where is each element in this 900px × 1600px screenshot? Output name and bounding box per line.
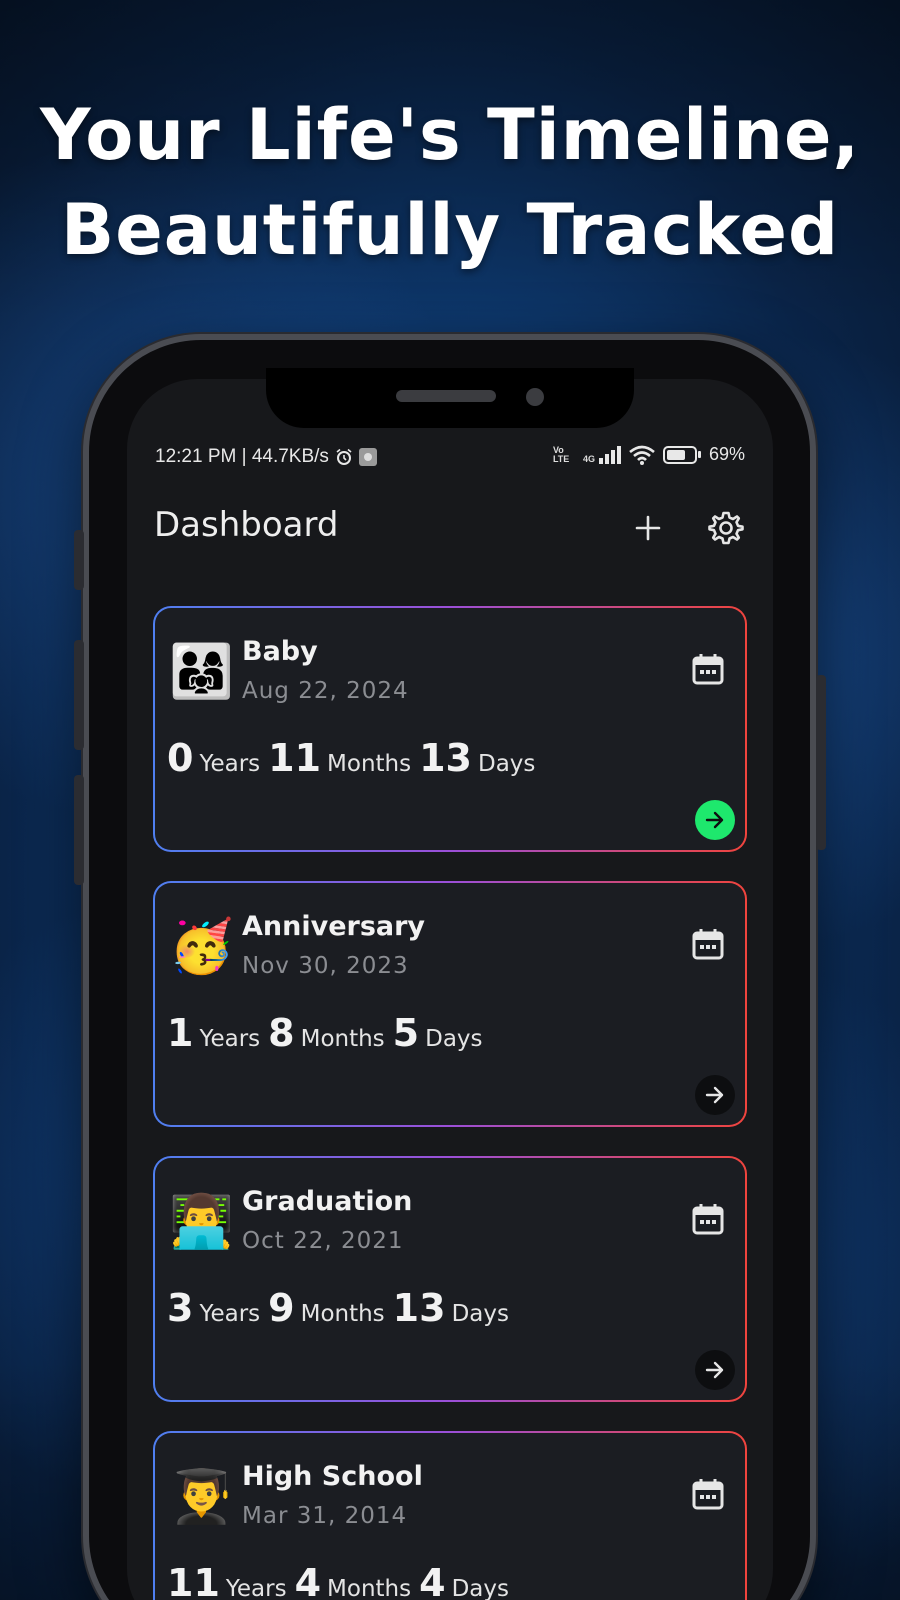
status-bar-left: 12:21 PM | 44.7KB/s — [155, 446, 377, 468]
elapsed-duration: 1 Years 8 Months 5 Days — [167, 1011, 491, 1055]
event-date: Nov 30, 2023 — [242, 953, 409, 979]
event-title: Anniversary — [242, 911, 426, 942]
family-emoji-icon: 👨‍👩‍👧 — [169, 642, 234, 702]
calendar-icon[interactable] — [691, 1477, 725, 1511]
months-value: 11 — [268, 736, 322, 780]
technologist-emoji-icon: 👨‍💻 — [169, 1192, 234, 1252]
days-unit: Days — [478, 751, 536, 777]
months-unit: Months — [300, 1026, 385, 1052]
years-unit: Years — [199, 1026, 261, 1052]
days-unit: Days — [425, 1026, 483, 1052]
status-bar-right: Vo LTE 4G 69% — [553, 444, 745, 465]
event-title: High School — [242, 1461, 423, 1492]
student-emoji-icon: 👨‍🎓 — [169, 1467, 234, 1527]
party-face-emoji-icon: 🥳 — [169, 917, 234, 977]
open-event-button[interactable] — [695, 1075, 735, 1115]
battery-icon — [662, 445, 701, 464]
power-button — [816, 675, 826, 850]
open-event-button[interactable] — [695, 1350, 735, 1390]
add-button[interactable] — [626, 506, 670, 550]
headline-line-2: Beautifully Tracked — [60, 189, 840, 271]
years-value: 11 — [167, 1561, 220, 1600]
months-unit: Months — [327, 751, 412, 777]
volte-indicator: Vo LTE — [552, 444, 570, 464]
days-value: 13 — [392, 1286, 446, 1330]
front-camera — [526, 388, 544, 406]
elapsed-duration: 3 Years 9 Months 13 Days — [167, 1286, 517, 1330]
card-body: 👨‍👩‍👧 Baby Aug 22, 2024 0 Years 11 Months 13… — [155, 608, 745, 850]
wifi-icon — [629, 445, 655, 465]
calendar-icon[interactable] — [691, 1202, 725, 1236]
signal-icon: 4G — [582, 445, 621, 464]
event-card-high-school[interactable]: 👨‍🎓 High School Mar 31, 2014 11 Years 4 Mon… — [153, 1431, 747, 1600]
calendar-icon[interactable] — [691, 927, 725, 961]
headline: Your Life's Timeline, Beautifully Tracke… — [0, 88, 900, 278]
months-unit: Months — [300, 1301, 385, 1327]
arrow-right-icon — [705, 1361, 724, 1379]
calendar-icon[interactable] — [691, 652, 725, 686]
months-value: 4 — [294, 1561, 322, 1600]
days-value: 5 — [392, 1011, 420, 1055]
event-date: Oct 22, 2021 — [242, 1228, 404, 1254]
event-date: Mar 31, 2014 — [242, 1503, 408, 1529]
months-value: 9 — [268, 1286, 295, 1330]
plus-icon — [635, 515, 661, 541]
network-type: 4G — [582, 453, 595, 464]
card-body: 👨‍🎓 High School Mar 31, 2014 11 Years 4 Mon… — [155, 1433, 745, 1600]
status-time-speed: 12:21 PM | 44.7KB/s — [155, 446, 329, 467]
mute-switch — [74, 530, 84, 590]
event-card-graduation[interactable]: 👨‍💻 Graduation Oct 22, 2021 3 Years 9 Month… — [153, 1156, 747, 1402]
months-unit: Months — [327, 1576, 412, 1600]
elapsed-duration: 11 Years 4 Months 4 Days — [167, 1561, 517, 1600]
card-body: 🥳 Anniversary Nov 30, 2023 1 Years 8 Months… — [155, 883, 745, 1125]
event-card-baby[interactable]: 👨‍👩‍👧 Baby Aug 22, 2024 0 Years 11 Months 13… — [153, 606, 747, 852]
battery-percent: 69% — [708, 444, 745, 464]
event-title: Baby — [242, 636, 318, 667]
headline-line-1: Your Life's Timeline, — [39, 94, 861, 176]
event-title: Graduation — [242, 1186, 413, 1217]
alarm-icon — [336, 448, 352, 465]
days-value: 4 — [419, 1561, 446, 1600]
app-notification-icon — [358, 448, 377, 466]
speaker-grille — [396, 390, 496, 402]
settings-button[interactable] — [704, 506, 748, 550]
gear-icon — [708, 511, 744, 545]
days-unit: Days — [451, 1301, 509, 1327]
arrow-right-icon — [705, 1086, 724, 1104]
card-body: 👨‍💻 Graduation Oct 22, 2021 3 Years 9 Month… — [155, 1158, 745, 1400]
page-title: Dashboard — [154, 505, 339, 545]
years-unit: Years — [199, 1301, 261, 1327]
days-value: 13 — [419, 736, 472, 780]
volume-up-button — [74, 640, 84, 750]
months-value: 8 — [268, 1011, 295, 1055]
event-date: Aug 22, 2024 — [242, 678, 409, 704]
years-unit: Years — [225, 1576, 287, 1600]
years-value: 1 — [167, 1011, 194, 1055]
years-unit: Years — [199, 751, 261, 777]
volume-down-button — [74, 775, 84, 885]
years-value: 3 — [167, 1286, 194, 1330]
days-unit: Days — [451, 1576, 509, 1600]
years-value: 0 — [167, 736, 194, 780]
event-card-anniversary[interactable]: 🥳 Anniversary Nov 30, 2023 1 Years 8 Months… — [153, 881, 747, 1127]
arrow-right-icon — [705, 811, 724, 829]
elapsed-duration: 0 Years 11 Months 13 Days — [167, 736, 543, 780]
open-event-button[interactable] — [695, 800, 735, 840]
